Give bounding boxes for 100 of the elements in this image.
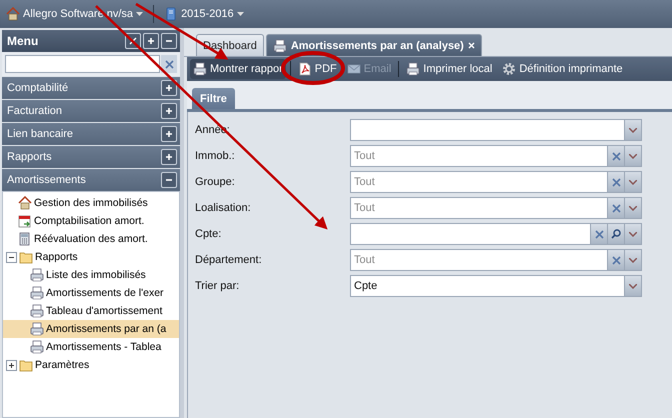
house-icon bbox=[18, 196, 32, 210]
plus-icon bbox=[8, 362, 15, 368]
clear-button[interactable] bbox=[607, 146, 624, 166]
plus-icon bbox=[164, 106, 174, 116]
printer-icon bbox=[406, 62, 420, 76]
printer-icon bbox=[30, 340, 44, 354]
tree-item[interactable]: Liste des immobilisés bbox=[3, 266, 179, 284]
year-menu[interactable]: 2015-2016 bbox=[164, 7, 244, 21]
plus-icon bbox=[164, 83, 174, 93]
company-menu[interactable]: Allegro Software nv/sa bbox=[6, 7, 144, 21]
tab[interactable]: Amortissements par an (analyse) bbox=[266, 34, 482, 56]
combo-box[interactable]: Tout bbox=[350, 171, 642, 193]
clear-button[interactable] bbox=[607, 250, 624, 270]
dropdown-icon bbox=[629, 206, 637, 210]
field-label: Immob.: bbox=[195, 150, 236, 162]
menu-header: Menu bbox=[2, 30, 180, 52]
combo-box[interactable]: Tout bbox=[350, 249, 642, 271]
tree-item[interactable]: Gestion des immobilisés bbox=[3, 194, 179, 212]
combo-box[interactable]: Tout bbox=[350, 197, 642, 219]
folder-icon bbox=[19, 358, 33, 372]
tree-item[interactable]: Amortissements - Tablea bbox=[3, 338, 179, 356]
close-icon bbox=[612, 152, 620, 160]
clear-button[interactable] bbox=[607, 172, 624, 192]
dropdown-button[interactable] bbox=[624, 146, 641, 166]
menu-section-header[interactable]: Amortissements bbox=[2, 169, 180, 191]
calculator-icon bbox=[18, 232, 32, 246]
section-toggle[interactable] bbox=[161, 126, 177, 142]
field-label: Loalisation: bbox=[195, 202, 252, 214]
printer-icon bbox=[30, 268, 44, 282]
printer-icon bbox=[272, 38, 287, 52]
tree-item[interactable]: Comptabilisation amort. bbox=[3, 212, 179, 230]
combo-box[interactable]: Cpte bbox=[350, 275, 642, 297]
printer-icon bbox=[193, 62, 207, 76]
dropdown-button[interactable] bbox=[624, 276, 641, 296]
dropdown-icon bbox=[629, 154, 637, 158]
tree-item[interactable]: Tableau d'amortissement bbox=[3, 302, 179, 320]
dropdown-icon bbox=[629, 180, 637, 184]
filter-tab[interactable]: Filtre bbox=[192, 88, 235, 109]
dropdown-icon bbox=[629, 284, 637, 288]
dropdown-button[interactable] bbox=[624, 120, 641, 140]
collapse-icon[interactable] bbox=[6, 252, 17, 262]
toolbar-button[interactable]: Montrer rappor bbox=[190, 59, 286, 79]
annotation-circle bbox=[281, 51, 345, 85]
dropdown-button[interactable] bbox=[624, 224, 641, 244]
plus-icon bbox=[146, 36, 156, 46]
caret-icon bbox=[236, 12, 244, 16]
menu-search-field[interactable] bbox=[5, 55, 160, 73]
folder-icon bbox=[19, 250, 33, 264]
tree-item[interactable]: Amortissements de l'exer bbox=[3, 284, 179, 302]
close-icon bbox=[612, 178, 620, 186]
printer-icon bbox=[30, 304, 44, 318]
section-toggle[interactable] bbox=[161, 149, 177, 165]
dropdown-icon bbox=[629, 128, 637, 132]
gear-icon bbox=[502, 62, 516, 76]
search-button[interactable] bbox=[607, 224, 624, 244]
collapse-button[interactable] bbox=[161, 33, 177, 49]
close-icon[interactable] bbox=[468, 42, 475, 49]
dropdown-button[interactable] bbox=[624, 172, 641, 192]
combo-box[interactable] bbox=[350, 119, 642, 141]
calendar-icon bbox=[18, 214, 32, 228]
plus-icon bbox=[164, 152, 174, 162]
combo-box[interactable]: Tout bbox=[350, 145, 642, 167]
section-toggle[interactable] bbox=[161, 80, 177, 96]
dropdown-button[interactable] bbox=[624, 198, 641, 218]
tree-item[interactable]: Réévaluation des amort. bbox=[3, 230, 179, 248]
tree-item[interactable]: Amortissements par an (a bbox=[3, 320, 179, 338]
close-icon bbox=[164, 60, 174, 68]
field-label: Groupe: bbox=[195, 176, 236, 188]
tree-item[interactable]: Rapports bbox=[3, 248, 179, 266]
menu-section-header[interactable]: Rapports bbox=[2, 146, 180, 168]
field-label: Département: bbox=[195, 254, 263, 266]
expand-button[interactable] bbox=[143, 33, 159, 49]
close-icon bbox=[612, 204, 620, 212]
section-toggle[interactable] bbox=[161, 103, 177, 119]
caret-icon bbox=[136, 12, 144, 16]
envelope-icon bbox=[346, 62, 361, 76]
dropdown-icon bbox=[629, 232, 637, 236]
dropdown-button[interactable] bbox=[624, 250, 641, 270]
dropdown-icon bbox=[629, 258, 637, 262]
clear-button[interactable] bbox=[590, 224, 607, 244]
close-icon bbox=[612, 256, 620, 264]
toolbar-button[interactable]: PDF bbox=[294, 59, 340, 79]
menu-section-header[interactable]: Comptabilité bbox=[2, 77, 180, 99]
field-label: Trier par: bbox=[195, 280, 240, 292]
toolbar-button[interactable]: Imprimer local bbox=[403, 59, 496, 79]
tree-item[interactable]: Paramètres bbox=[3, 356, 179, 374]
expand-icon[interactable] bbox=[6, 360, 17, 370]
close-icon bbox=[594, 230, 604, 238]
toolbar-button[interactable]: Définition imprimante bbox=[499, 59, 626, 79]
book-icon bbox=[164, 7, 178, 21]
field-label: Cpte: bbox=[195, 228, 222, 240]
printer-icon bbox=[30, 322, 44, 336]
section-toggle[interactable] bbox=[161, 172, 177, 188]
clear-button[interactable] bbox=[161, 55, 177, 73]
menu-section-header[interactable]: Lien bancaire bbox=[2, 123, 180, 145]
printer-icon bbox=[30, 286, 44, 300]
pdf-icon bbox=[298, 62, 312, 76]
clear-button[interactable] bbox=[607, 198, 624, 218]
house-icon bbox=[6, 7, 20, 21]
menu-section-header[interactable]: Facturation bbox=[2, 100, 180, 122]
